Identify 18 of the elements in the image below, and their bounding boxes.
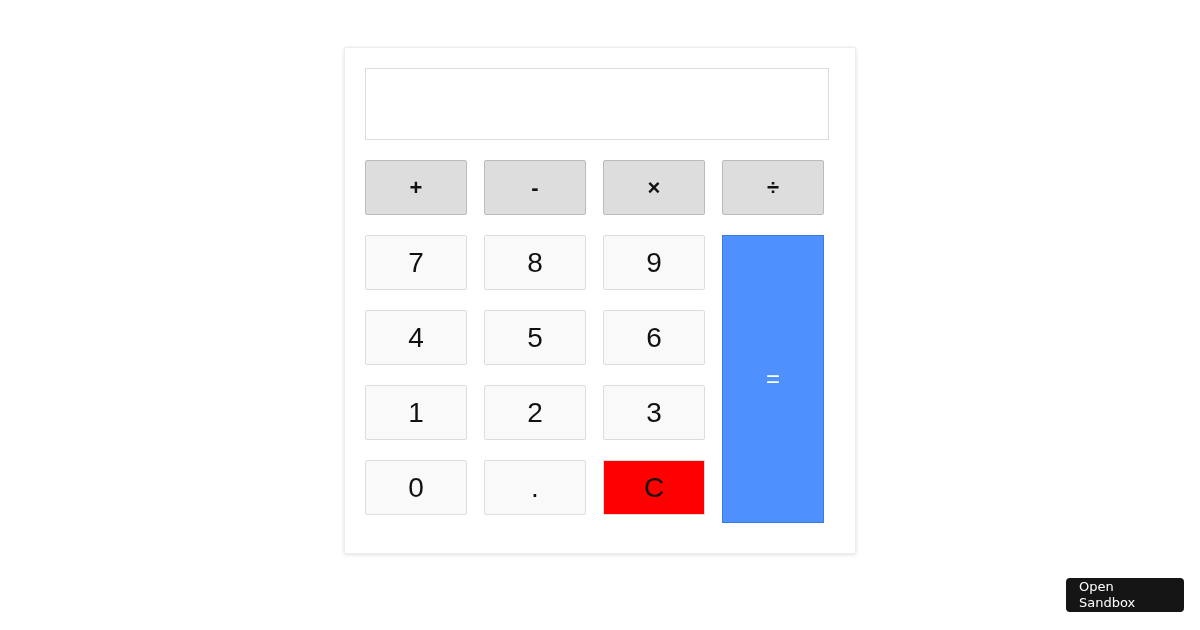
operator-button[interactable]: + <box>365 160 467 215</box>
digit-button[interactable]: 8 <box>484 235 586 290</box>
digit-button[interactable]: 7 <box>365 235 467 290</box>
operator-button[interactable]: × <box>603 160 705 215</box>
open-sandbox-button[interactable]: Open Sandbox <box>1066 578 1184 612</box>
operator-button[interactable]: ÷ <box>722 160 824 215</box>
clear-button[interactable]: C <box>603 460 705 515</box>
digit-button[interactable]: 5 <box>484 310 586 365</box>
digit-button[interactable]: 1 <box>365 385 467 440</box>
digit-button[interactable]: 4 <box>365 310 467 365</box>
digit-button[interactable]: 9 <box>603 235 705 290</box>
digit-button[interactable]: 0 <box>365 460 467 515</box>
display-field[interactable] <box>365 68 829 140</box>
digit-button[interactable]: 2 <box>484 385 586 440</box>
digit-button[interactable]: 3 <box>603 385 705 440</box>
operator-button[interactable]: - <box>484 160 586 215</box>
digit-button[interactable]: 6 <box>603 310 705 365</box>
digit-button[interactable]: . <box>484 460 586 515</box>
